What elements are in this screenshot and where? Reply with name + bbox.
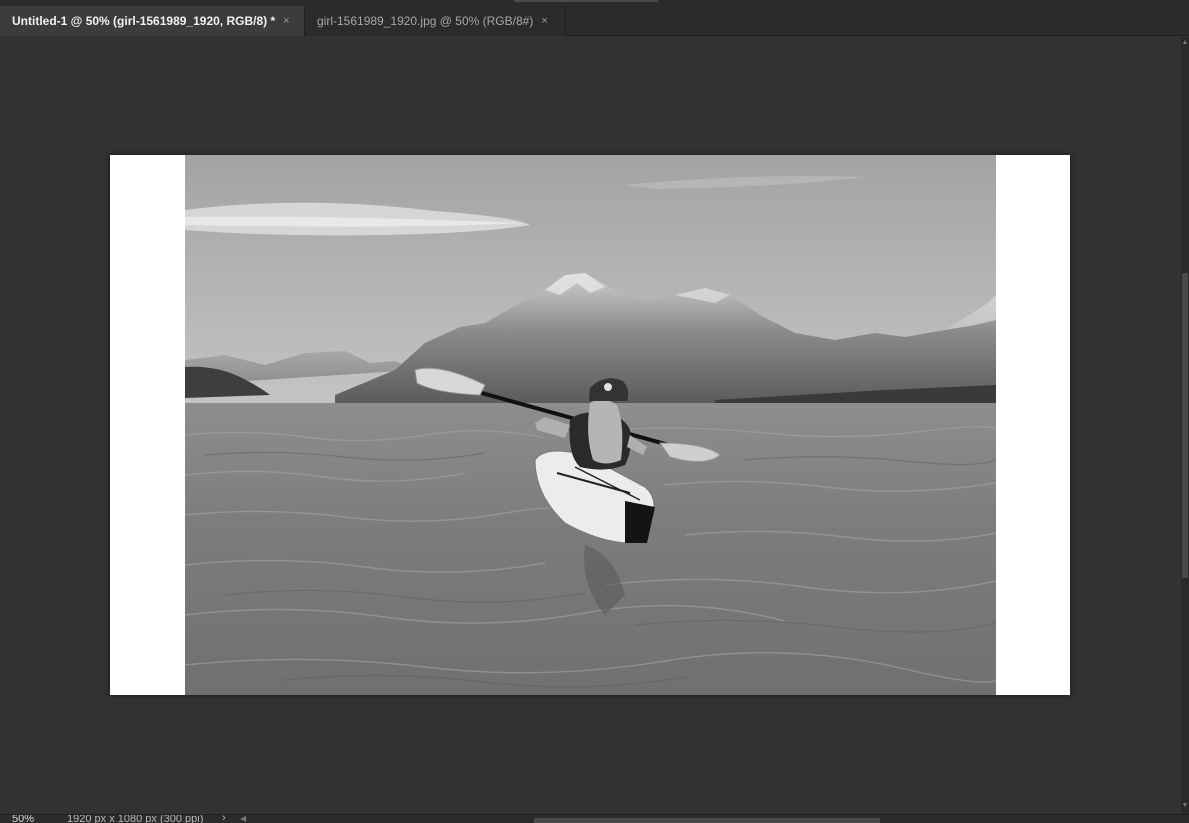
scroll-down-arrow-icon[interactable]: ▼	[1181, 802, 1189, 812]
scroll-up-arrow-icon[interactable]: ▲	[1181, 39, 1189, 49]
tab-title: girl-1561989_1920.jpg @ 50% (RGB/8#)	[317, 14, 534, 28]
kayak-photo-layer[interactable]	[185, 155, 996, 695]
document-info[interactable]: 1920 px x 1080 px (300 ppi)	[67, 815, 203, 823]
kayak-photo-image	[185, 155, 996, 695]
vertical-scroll-thumb[interactable]	[1182, 273, 1188, 578]
close-icon[interactable]: ×	[541, 15, 547, 27]
status-menu-arrow-icon[interactable]: ›	[222, 815, 226, 823]
document-canvas[interactable]	[110, 155, 1070, 695]
photoshop-window: Untitled-1 @ 50% (girl-1561989_1920, RGB…	[0, 0, 1189, 823]
top-strip-handle	[514, 0, 658, 2]
vertical-scrollbar[interactable]: ▲ ▼	[1181, 37, 1189, 814]
document-tab-bar: Untitled-1 @ 50% (girl-1561989_1920, RGB…	[0, 6, 1189, 36]
canvas-area[interactable]	[0, 37, 1181, 814]
tab-untitled-1[interactable]: Untitled-1 @ 50% (girl-1561989_1920, RGB…	[0, 6, 305, 36]
tab-title: Untitled-1 @ 50% (girl-1561989_1920, RGB…	[12, 14, 276, 28]
scroll-left-arrow-icon[interactable]: ◀	[240, 815, 246, 823]
zoom-level-field[interactable]: 50%	[12, 815, 34, 823]
close-icon[interactable]: ×	[283, 15, 289, 27]
horizontal-scroll-thumb[interactable]	[534, 818, 880, 823]
status-bar: 50% 1920 px x 1080 px (300 ppi) › ◀	[0, 814, 1189, 823]
horizontal-scrollbar[interactable]: ◀	[240, 815, 1181, 823]
tab-girl-jpg[interactable]: girl-1561989_1920.jpg @ 50% (RGB/8#) ×	[305, 6, 566, 36]
